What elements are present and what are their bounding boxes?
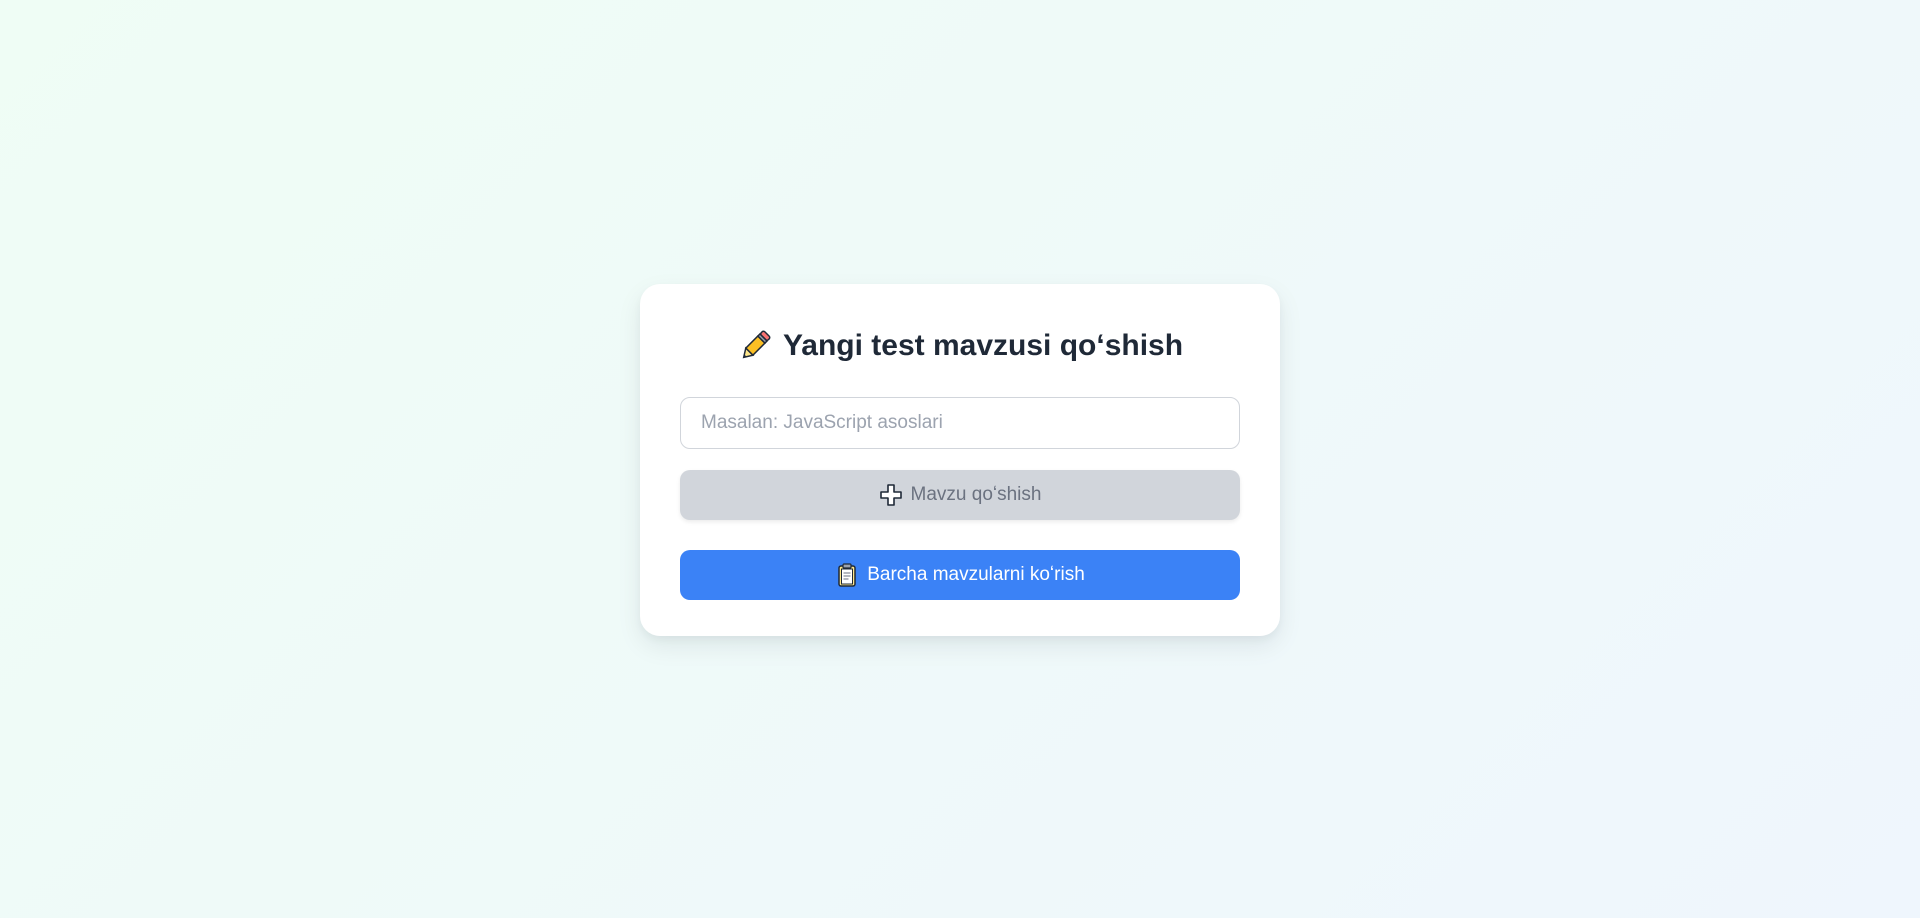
page-title: Yangi test mavzusi qoʻshish — [680, 324, 1240, 368]
add-topic-button-label: Mavzu qoʻshish — [910, 484, 1042, 505]
add-topic-button[interactable]: Mavzu qoʻshish — [680, 470, 1240, 520]
view-all-topics-label: Barcha mavzularni koʻrish — [867, 564, 1085, 585]
plus-icon — [879, 484, 902, 506]
page-title-text: Yangi test mavzusi qoʻshish — [782, 329, 1184, 362]
clipboard-icon — [838, 563, 856, 587]
add-topic-card: Yangi test mavzusi qoʻshish Mavzu qoʻshi… — [640, 284, 1280, 636]
pencil-icon — [742, 330, 771, 359]
view-all-topics-button[interactable]: Barcha mavzularni koʻrish — [680, 550, 1240, 600]
topic-name-input[interactable] — [680, 397, 1240, 449]
